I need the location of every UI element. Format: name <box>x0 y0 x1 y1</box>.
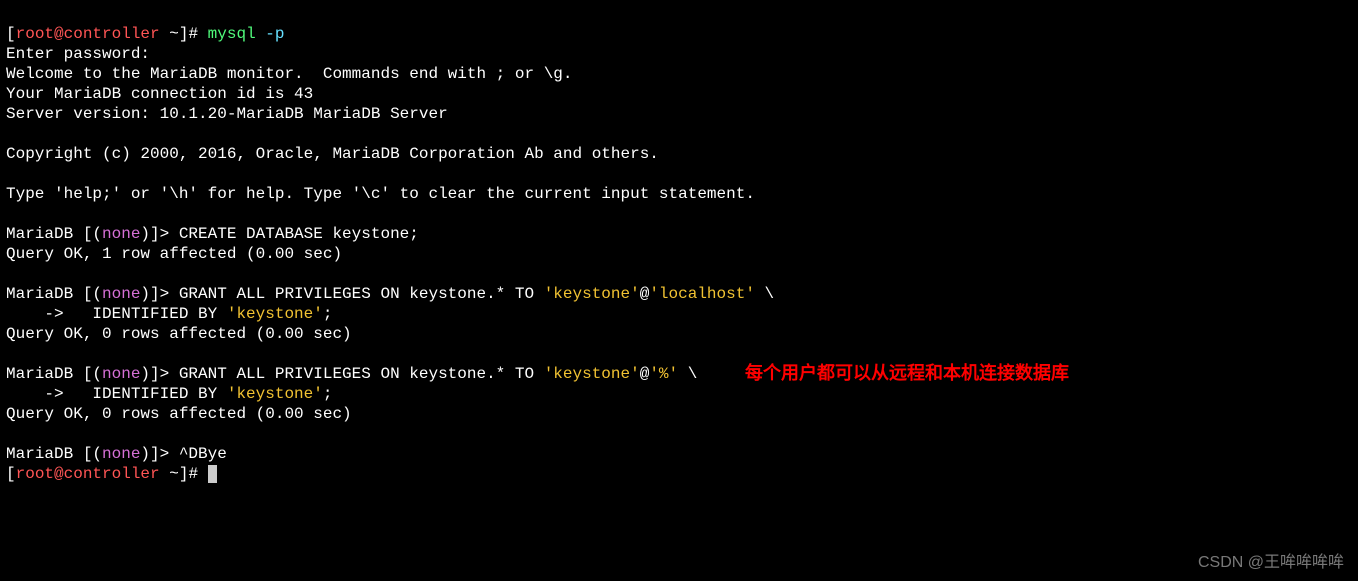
at-sign: @ <box>640 285 650 303</box>
backslash-cont: \ <box>678 365 697 383</box>
stmt-create-db: CREATE DATABASE keystone; <box>179 225 419 243</box>
maria-prompt-pre: MariaDB [( <box>6 365 102 383</box>
maria-prompt-pre: MariaDB [( <box>6 225 102 243</box>
result-create: Query OK, 1 row affected (0.00 sec) <box>6 245 342 263</box>
str-keystone: 'keystone' <box>544 285 640 303</box>
maria-none: none <box>102 365 140 383</box>
stmt-identified-by: IDENTIFIED BY <box>92 305 226 323</box>
line-help: Type 'help;' or '\h' for help. Type '\c'… <box>6 185 755 203</box>
cmd-mysql: mysql <box>208 25 256 43</box>
stmt-bye: ^DBye <box>179 445 227 463</box>
maria-prompt-pre: MariaDB [( <box>6 285 102 303</box>
str-keystone: 'keystone' <box>544 365 640 383</box>
cursor-block <box>208 465 217 483</box>
maria-none: none <box>102 445 140 463</box>
maria-none: none <box>102 225 140 243</box>
maria-prompt-post: )]> <box>140 285 178 303</box>
maria-prompt-pre: MariaDB [( <box>6 445 102 463</box>
prompt-user-host: root@controller <box>16 465 160 483</box>
prompt-user-host: root@controller <box>16 25 160 43</box>
line-server-version: Server version: 10.1.20-MariaDB MariaDB … <box>6 105 448 123</box>
maria-prompt-post: )]> <box>140 445 178 463</box>
result-grant2: Query OK, 0 rows affected (0.00 sec) <box>6 405 352 423</box>
str-keystone: 'keystone' <box>227 385 323 403</box>
prompt-close: ]# <box>179 465 208 483</box>
line-enter-password: Enter password: <box>6 45 150 63</box>
maria-prompt-post: )]> <box>140 365 178 383</box>
cmd-mysql-arg: -p <box>256 25 285 43</box>
stmt-grant1-head: GRANT ALL PRIVILEGES ON keystone.* TO <box>179 285 544 303</box>
watermark-text: CSDN @王哞哞哞哞 <box>1198 553 1344 573</box>
line-welcome: Welcome to the MariaDB monitor. Commands… <box>6 65 573 83</box>
line-conn-id: Your MariaDB connection id is 43 <box>6 85 313 103</box>
maria-none: none <box>102 285 140 303</box>
str-percent: '%' <box>649 365 678 383</box>
stmt-grant2-head: GRANT ALL PRIVILEGES ON keystone.* TO <box>179 365 544 383</box>
str-localhost: 'localhost' <box>649 285 755 303</box>
cont-prompt: -> <box>6 305 92 323</box>
semicolon: ; <box>323 305 333 323</box>
semicolon: ; <box>323 385 333 403</box>
prompt-close: ]# <box>179 25 208 43</box>
annotation-label: 每个用户都可以从远程和本机连接数据库 <box>745 362 1069 385</box>
maria-prompt-post: )]> <box>140 225 178 243</box>
prompt-tilde: ~ <box>160 465 179 483</box>
terminal-output[interactable]: [root@controller ~]# mysql -p Enter pass… <box>6 4 1352 484</box>
stmt-identified-by: IDENTIFIED BY <box>92 385 226 403</box>
str-keystone: 'keystone' <box>227 305 323 323</box>
cont-prompt: -> <box>6 385 92 403</box>
backslash-cont: \ <box>755 285 774 303</box>
prompt-bracket: [ <box>6 465 16 483</box>
line-copyright: Copyright (c) 2000, 2016, Oracle, MariaD… <box>6 145 659 163</box>
at-sign: @ <box>640 365 650 383</box>
prompt-tilde: ~ <box>160 25 179 43</box>
prompt-bracket: [ <box>6 25 16 43</box>
result-grant1: Query OK, 0 rows affected (0.00 sec) <box>6 325 352 343</box>
